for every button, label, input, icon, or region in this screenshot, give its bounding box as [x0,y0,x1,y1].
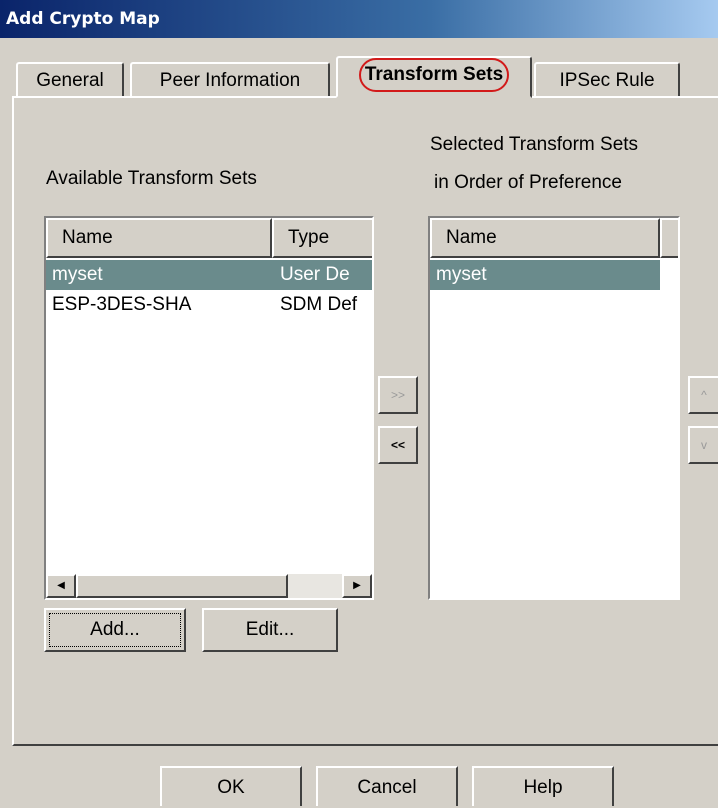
move-down-button[interactable]: v [688,426,718,464]
tab-transform-sets[interactable]: Transform Sets [336,56,532,98]
move-up-label: ^ [701,388,707,402]
row-name: myset [436,264,487,285]
window-title: Add Crypto Map [6,9,160,29]
selected-transform-sets-list[interactable]: Name myset [428,216,680,600]
row-name: ESP-3DES-SHA [52,294,192,315]
tab-peer-information-label: Peer Information [159,70,301,91]
table-row[interactable]: myset User De [46,260,372,290]
column-header-name[interactable]: Name [46,218,272,258]
horizontal-scrollbar[interactable]: ◀ ▶ [46,574,372,598]
title-bar[interactable]: Add Crypto Map [0,0,718,38]
move-down-label: v [701,438,707,452]
remove-button[interactable]: << [378,426,418,464]
cancel-button-label: Cancel [357,777,417,798]
tab-transform-sets-label: Transform Sets [364,64,504,85]
edit-button-label: Edit... [245,619,295,640]
cancel-button[interactable]: Cancel [316,766,458,806]
column-header-type[interactable]: Type [272,218,372,258]
edit-button[interactable]: Edit... [202,608,338,652]
add-button-label: Add... [90,619,140,640]
help-button[interactable]: Help [472,766,614,806]
available-transform-sets-label: Available Transform Sets [46,168,257,189]
header-filler [660,218,678,258]
available-transform-sets-list[interactable]: Name Type myset User De ESP-3DES-SHA SDM… [44,216,374,600]
tab-peer-information[interactable]: Peer Information [130,62,330,98]
tab-general[interactable]: General [16,62,124,98]
add-all-label: >> [390,388,405,402]
help-button-label: Help [523,777,563,798]
order-of-preference-label: in Order of Preference [434,172,622,193]
tab-general-label: General [36,70,104,91]
tab-ipsec-rule-label: IPSec Rule [559,70,655,91]
add-all-button[interactable]: >> [378,376,418,414]
tab-transform-sets-highlight: Transform Sets [358,58,510,92]
ok-button-label: OK [217,777,245,798]
ok-button[interactable]: OK [160,766,302,806]
selected-transform-sets-label: Selected Transform Sets [430,134,639,155]
tab-ipsec-rule[interactable]: IPSec Rule [534,62,680,98]
row-type: SDM Def [280,294,358,315]
move-up-button[interactable]: ^ [688,376,718,414]
add-button[interactable]: Add... [44,608,186,652]
scroll-right-icon[interactable]: ▶ [342,574,372,598]
row-type: User De [280,264,350,285]
column-header-name[interactable]: Name [430,218,660,258]
remove-label: << [390,438,405,452]
row-name: myset [52,264,103,285]
table-row[interactable]: ESP-3DES-SHA SDM Def [46,290,372,320]
scrollbar-thumb[interactable] [76,574,288,598]
scroll-left-icon[interactable]: ◀ [46,574,76,598]
table-row[interactable]: myset [430,260,660,290]
